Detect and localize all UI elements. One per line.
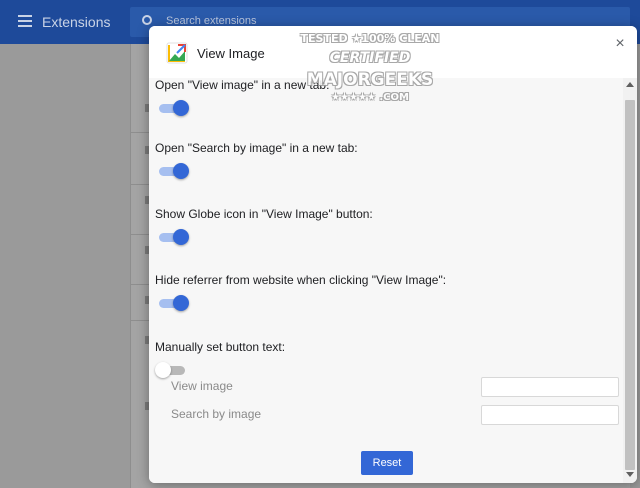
option-label: Manually set button text:: [155, 340, 286, 354]
search-icon: [142, 15, 152, 25]
scrollbar-thumb[interactable]: [625, 100, 635, 470]
background-divider: [131, 132, 151, 133]
option-show-globe-icon: Show Globe icon in "View Image" button:: [155, 207, 373, 245]
field-label: View image: [171, 379, 233, 393]
option-manually-set-button-text: Manually set button text:: [155, 340, 285, 378]
toggle-switch[interactable]: [155, 229, 189, 245]
background-divider: [131, 184, 151, 185]
search-by-image-text-row: Search by image: [171, 405, 623, 425]
reset-button[interactable]: Reset: [361, 451, 413, 475]
watermark-line: MAJORGEEKS: [306, 70, 434, 90]
close-icon[interactable]: ×: [612, 36, 628, 52]
background-divider: [131, 320, 151, 321]
watermark-line: TESTED ★100% CLEAN: [300, 32, 440, 45]
option-label: Hide referrer from website when clicking…: [155, 273, 447, 287]
background-divider: [131, 284, 151, 285]
scroll-down-arrow-icon[interactable]: [626, 472, 634, 477]
dialog-scrollbar[interactable]: [623, 78, 637, 483]
hamburger-menu-icon[interactable]: [18, 15, 32, 27]
dialog-title: View Image: [197, 46, 265, 61]
watermark-line: CERTIFIED: [329, 50, 411, 66]
search-by-image-text-input[interactable]: [481, 405, 619, 425]
field-label: Search by image: [171, 407, 262, 421]
watermark-line: ★★★★★ .COM: [331, 92, 409, 103]
view-image-text-row: View image: [171, 377, 623, 397]
option-hide-referrer: Hide referrer from website when clicking…: [155, 273, 446, 311]
option-label: Show Globe icon in "View Image" button:: [155, 207, 373, 221]
toggle-switch[interactable]: [155, 163, 189, 179]
options-content: Open "View image" in a new tab: Open "Se…: [149, 78, 623, 483]
majorgeeks-watermark-badge: TESTED ★100% CLEAN CERTIFIED MAJORGEEKS …: [300, 30, 440, 110]
option-label: Open "Search by image" in a new tab:: [155, 141, 358, 155]
scroll-up-arrow-icon[interactable]: [626, 82, 634, 87]
toggle-switch[interactable]: [155, 362, 189, 378]
toggle-switch[interactable]: [155, 295, 189, 311]
view-image-text-input[interactable]: [481, 377, 619, 397]
option-open-search-by-image-new-tab: Open "Search by image" in a new tab:: [155, 141, 358, 179]
extensions-title: Extensions: [42, 14, 111, 30]
toggle-switch[interactable]: [155, 100, 189, 116]
view-image-app-icon: [166, 42, 188, 64]
background-divider: [131, 234, 151, 235]
